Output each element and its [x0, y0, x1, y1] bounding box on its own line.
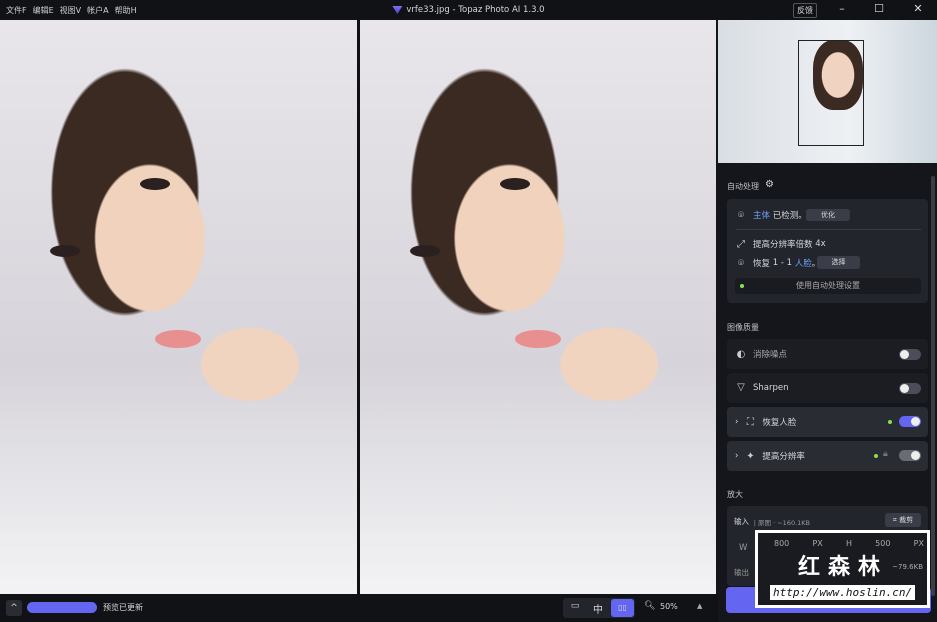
progress-bar: [27, 602, 97, 613]
face-text: 恢复: [753, 259, 771, 269]
denoise-label: 消除噪点: [753, 350, 788, 360]
lock-icon: 🔒︎: [883, 449, 888, 459]
close-button[interactable]: ✕: [906, 2, 930, 18]
denoise-toggle[interactable]: [899, 349, 921, 360]
menu-file[interactable]: 文件F: [6, 5, 27, 16]
upscale-label: 提高分辨率: [762, 452, 805, 462]
panel-scrollbar[interactable]: [931, 176, 935, 596]
navigator-thumbnail[interactable]: [718, 20, 937, 163]
crop-button[interactable]: ⌗ 裁剪: [885, 513, 921, 527]
side-by-side-icon[interactable]: ▯▯: [611, 599, 634, 617]
menu-account[interactable]: 帐户A: [87, 5, 108, 16]
watermark-url: http://www.hoslin.cn/: [770, 585, 916, 600]
menu-view[interactable]: 视图V: [60, 5, 81, 16]
watermark-brand: 红森林: [798, 555, 889, 580]
menu-help[interactable]: 帮助H: [115, 5, 137, 16]
crop-label: 裁剪: [899, 516, 914, 524]
upscale-value: 4x: [815, 239, 826, 249]
optimize-button[interactable]: 优化: [806, 209, 850, 221]
chevron-up-icon[interactable]: ^: [6, 600, 22, 616]
quality-heading: 图像质量: [727, 323, 759, 332]
enlarge-heading: 放大: [727, 490, 743, 499]
input-label: 输入: [734, 517, 749, 526]
watermark: 800 PX H 500 PX 红森林 ~79.6KB http://www.hosli…: [755, 530, 930, 608]
subject-icon: ⌾: [738, 209, 744, 221]
sharpen-toggle[interactable]: [899, 383, 921, 394]
viewport-frame[interactable]: [798, 40, 864, 146]
upscale-text: 提高分辨率倍数: [753, 240, 813, 250]
w-value[interactable]: 800: [774, 539, 789, 553]
output-label: 输出: [734, 568, 749, 577]
zoom-level[interactable]: 50%: [660, 602, 678, 611]
status-text: 预览已更新: [103, 603, 143, 612]
face-icon: ⌾: [738, 257, 744, 269]
zoom-icon[interactable]: 🔍︎: [644, 601, 655, 611]
face-recovery-label: 恢复人脸: [762, 418, 797, 428]
input-info: | 原图 · ~160.1KB: [753, 518, 811, 527]
sparkle-icon: ✦: [746, 450, 755, 462]
h-unit: PX: [913, 539, 924, 548]
upscale-toggle[interactable]: [899, 450, 921, 461]
subject-label: 主体: [753, 211, 771, 221]
face-label: 人脸: [794, 259, 812, 269]
split-view-icon[interactable]: 中: [589, 601, 607, 616]
sharpen-label: Sharpen: [753, 382, 789, 393]
sharpen-icon: ▽: [737, 382, 745, 393]
auto-heading: 自动处理: [727, 182, 759, 191]
denoise-icon: ◐: [736, 348, 746, 360]
w-label: W: [739, 543, 748, 553]
maximize-button[interactable]: ☐: [867, 2, 891, 18]
bottom-bar: ^ 预览已更新 ▭ 中 ▯▯ 🔍︎ 50% ▲: [0, 594, 718, 622]
chevron-right-icon[interactable]: ›: [735, 451, 738, 461]
select-button[interactable]: 选择: [817, 256, 860, 269]
upscale-arrow-icon: ⤢: [737, 238, 745, 250]
face-recovery-toggle[interactable]: [899, 416, 921, 427]
face-frame-icon: ⛶: [746, 416, 754, 428]
menu-edit[interactable]: 编辑E: [33, 5, 54, 16]
output-size: ~79.6KB: [892, 563, 923, 571]
crop-icon: ⌗: [892, 516, 897, 524]
apply-auto-button[interactable]: 使用自动处理设置: [735, 278, 921, 294]
single-view-icon[interactable]: ▭: [566, 601, 584, 615]
subject-text: 已检测。: [772, 211, 807, 221]
apply-auto-label: 使用自动处理设置: [796, 281, 860, 290]
processed-preview[interactable]: [360, 20, 716, 594]
zoom-menu-icon[interactable]: ▲: [697, 602, 702, 610]
chevron-right-icon[interactable]: ›: [735, 417, 738, 427]
minimize-button[interactable]: –: [830, 2, 854, 18]
face-count: 1 - 1: [772, 258, 793, 268]
gear-icon[interactable]: ⚙: [765, 179, 774, 190]
feedback-button[interactable]: 反馈: [793, 3, 817, 18]
original-preview[interactable]: [0, 20, 357, 594]
